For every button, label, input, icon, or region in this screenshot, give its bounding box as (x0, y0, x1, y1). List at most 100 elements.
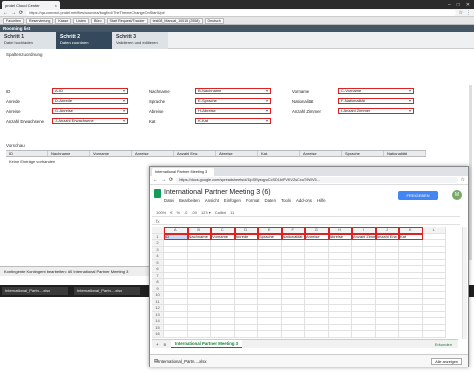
download-item-2[interactable]: International_Partn....xlsx (74, 287, 140, 295)
menu-item[interactable]: Bearbeiten (179, 198, 200, 203)
spreadsheet-grid[interactable]: A B C D E F G H I J K L 1 ID Nachname Vorname Anrede Spra… (152, 227, 458, 339)
mapping-row: Anrede D-Anrede (6, 98, 128, 104)
explore-button[interactable]: Erkunden (435, 342, 452, 347)
nav-button[interactable]: Reservierung (25, 17, 54, 24)
forward-icon[interactable]: → (11, 10, 16, 16)
url-field[interactable]: https://docs.google.com/spreadsheets/d/1… (176, 177, 458, 183)
step-1[interactable]: Schritt 1 Datei hochladen (0, 32, 56, 49)
menu-item[interactable]: Ansicht (205, 198, 219, 203)
nav-button[interactable]: Favoriten (3, 17, 24, 24)
browser-tab[interactable] (214, 168, 276, 176)
preview-column-header[interactable]: Sprache (342, 151, 384, 156)
mapping-select[interactable]: H-Abreise (195, 108, 271, 114)
nav-button[interactable]: Kasse (55, 17, 72, 24)
browser-tab[interactable]: International Partner Meeting 3 (152, 168, 214, 176)
back-icon[interactable]: ← (3, 10, 8, 16)
nav-button[interactable]: Start Request/Tracker (106, 17, 148, 24)
preview-column-header[interactable]: ID (6, 151, 48, 156)
mapping-select[interactable]: F-Nationalität (338, 98, 414, 104)
preview-column-header[interactable]: Anreise (132, 151, 174, 156)
mapping-select[interactable]: E-Sprache (195, 98, 271, 104)
nav-button[interactable]: Listen (73, 17, 89, 24)
cell[interactable] (164, 331, 188, 338)
scrollbar[interactable] (462, 227, 467, 339)
mapping-select[interactable]: A-ID (52, 88, 128, 94)
sheets-logo-icon[interactable] (154, 189, 161, 198)
nav-button[interactable]: Büro (90, 17, 105, 24)
sheet-list-icon[interactable]: ≡ (164, 342, 167, 347)
download-item-1[interactable]: International_Partn....xlsx (2, 287, 68, 295)
nav-button[interactable]: Deutsch (204, 17, 224, 24)
preview-column-header[interactable]: Vorname (90, 151, 132, 156)
menu-item[interactable]: Daten (265, 198, 276, 203)
sheet-tab[interactable]: International Partner Meeting 3 (171, 340, 243, 348)
menu-item[interactable]: Datei (164, 198, 174, 203)
download-file[interactable]: International_Partn....xlsx (158, 359, 207, 364)
mapping-select[interactable]: K-Kat (195, 118, 271, 124)
toolbar-item[interactable]: 100% (156, 210, 166, 215)
preview-column-header[interactable]: Nachname (48, 151, 90, 156)
cell[interactable] (399, 331, 423, 338)
star-icon[interactable]: ☆ (459, 10, 463, 16)
maximize-icon[interactable]: □ (457, 2, 460, 8)
menu-item[interactable]: Einfügen (224, 198, 241, 203)
toolbar-item[interactable]: .00 (191, 210, 197, 215)
cell[interactable] (281, 331, 305, 338)
cell[interactable] (305, 331, 329, 338)
preview-column-header[interactable]: Anzahl Erw. (174, 151, 216, 156)
cell[interactable] (234, 331, 258, 338)
mapping-select[interactable]: B-Nachname (195, 88, 271, 94)
sheets-window: International Partner Meeting 3 ← → ⟳ ht… (149, 166, 469, 367)
scrollbar[interactable] (469, 85, 472, 260)
window-close-icon[interactable]: ✕ (466, 2, 470, 8)
cell[interactable] (328, 331, 352, 338)
row-header[interactable]: 16 (152, 331, 164, 338)
menu-item[interactable]: Add-ons (296, 198, 312, 203)
mapping-select[interactable]: I-Anzahl Zimmer (338, 108, 414, 114)
url-field[interactable]: https://qa-connect.protel.net/files/sour… (26, 9, 456, 16)
nav-button[interactable]: test08_Manual_10015 (2558) (149, 17, 203, 24)
toolbar-item[interactable]: Calibri (215, 210, 226, 215)
cell[interactable] (258, 331, 282, 338)
cell[interactable] (375, 331, 399, 338)
menu-item[interactable]: Hilfe (317, 198, 326, 203)
back-icon[interactable]: ← (153, 177, 158, 183)
step-2[interactable]: Schritt 2 Daten zuordnen (56, 32, 112, 49)
menu-item[interactable]: Tools (281, 198, 291, 203)
add-sheet-icon[interactable]: + (156, 342, 159, 347)
mapping-select[interactable]: C-Vorname (338, 88, 414, 94)
toolbar-item[interactable]: .0 (184, 210, 187, 215)
mapping-select[interactable]: G-Anreise (52, 108, 128, 114)
reload-icon[interactable]: ⟳ (169, 177, 173, 183)
toolbar-item[interactable]: % (176, 210, 180, 215)
show-all-button[interactable]: Alle anzeigen (431, 357, 462, 365)
preview-column-header[interactable]: Anreise (300, 151, 342, 156)
step-3[interactable]: Schritt 3 Validieren und editieren (112, 32, 168, 49)
star-icon[interactable]: ☆ (461, 177, 465, 183)
mapping-row: Anreise G-Anreise (6, 108, 128, 114)
toolbar-item[interactable]: 123 ▾ (201, 210, 211, 215)
toolbar-item[interactable]: 11 (230, 210, 234, 215)
browser-tab[interactable]: protel Cloud Center × (2, 1, 60, 9)
toolbar-item[interactable]: € (170, 210, 172, 215)
menu-icon[interactable]: ⋮ (466, 10, 471, 16)
cell[interactable] (352, 331, 376, 338)
close-icon[interactable]: × (55, 3, 57, 8)
cell[interactable] (187, 331, 211, 338)
formula-bar[interactable]: fx (152, 218, 460, 225)
minimize-icon[interactable]: – (448, 2, 451, 8)
cell[interactable] (422, 331, 446, 338)
avatar[interactable]: M (452, 190, 462, 200)
mapping-select[interactable]: D-Anrede (52, 98, 128, 104)
status-footer: Kontingente Kontingent bearbeiten: #0 In… (0, 266, 150, 276)
document-title[interactable]: International Partner Meeting 3 (6) (164, 189, 271, 196)
preview-column-header[interactable]: Nationalität (384, 151, 426, 156)
share-button[interactable]: FREIGEBEN (398, 191, 438, 200)
forward-icon[interactable]: → (161, 177, 166, 183)
menu-item[interactable]: Format (246, 198, 260, 203)
reload-icon[interactable]: ⟳ (19, 10, 23, 16)
mapping-select[interactable]: J-Anzahl Erwachsene (52, 118, 128, 124)
preview-column-header[interactable]: Kat. (258, 151, 300, 156)
preview-column-header[interactable]: Abreise (216, 151, 258, 156)
cell[interactable] (211, 331, 235, 338)
